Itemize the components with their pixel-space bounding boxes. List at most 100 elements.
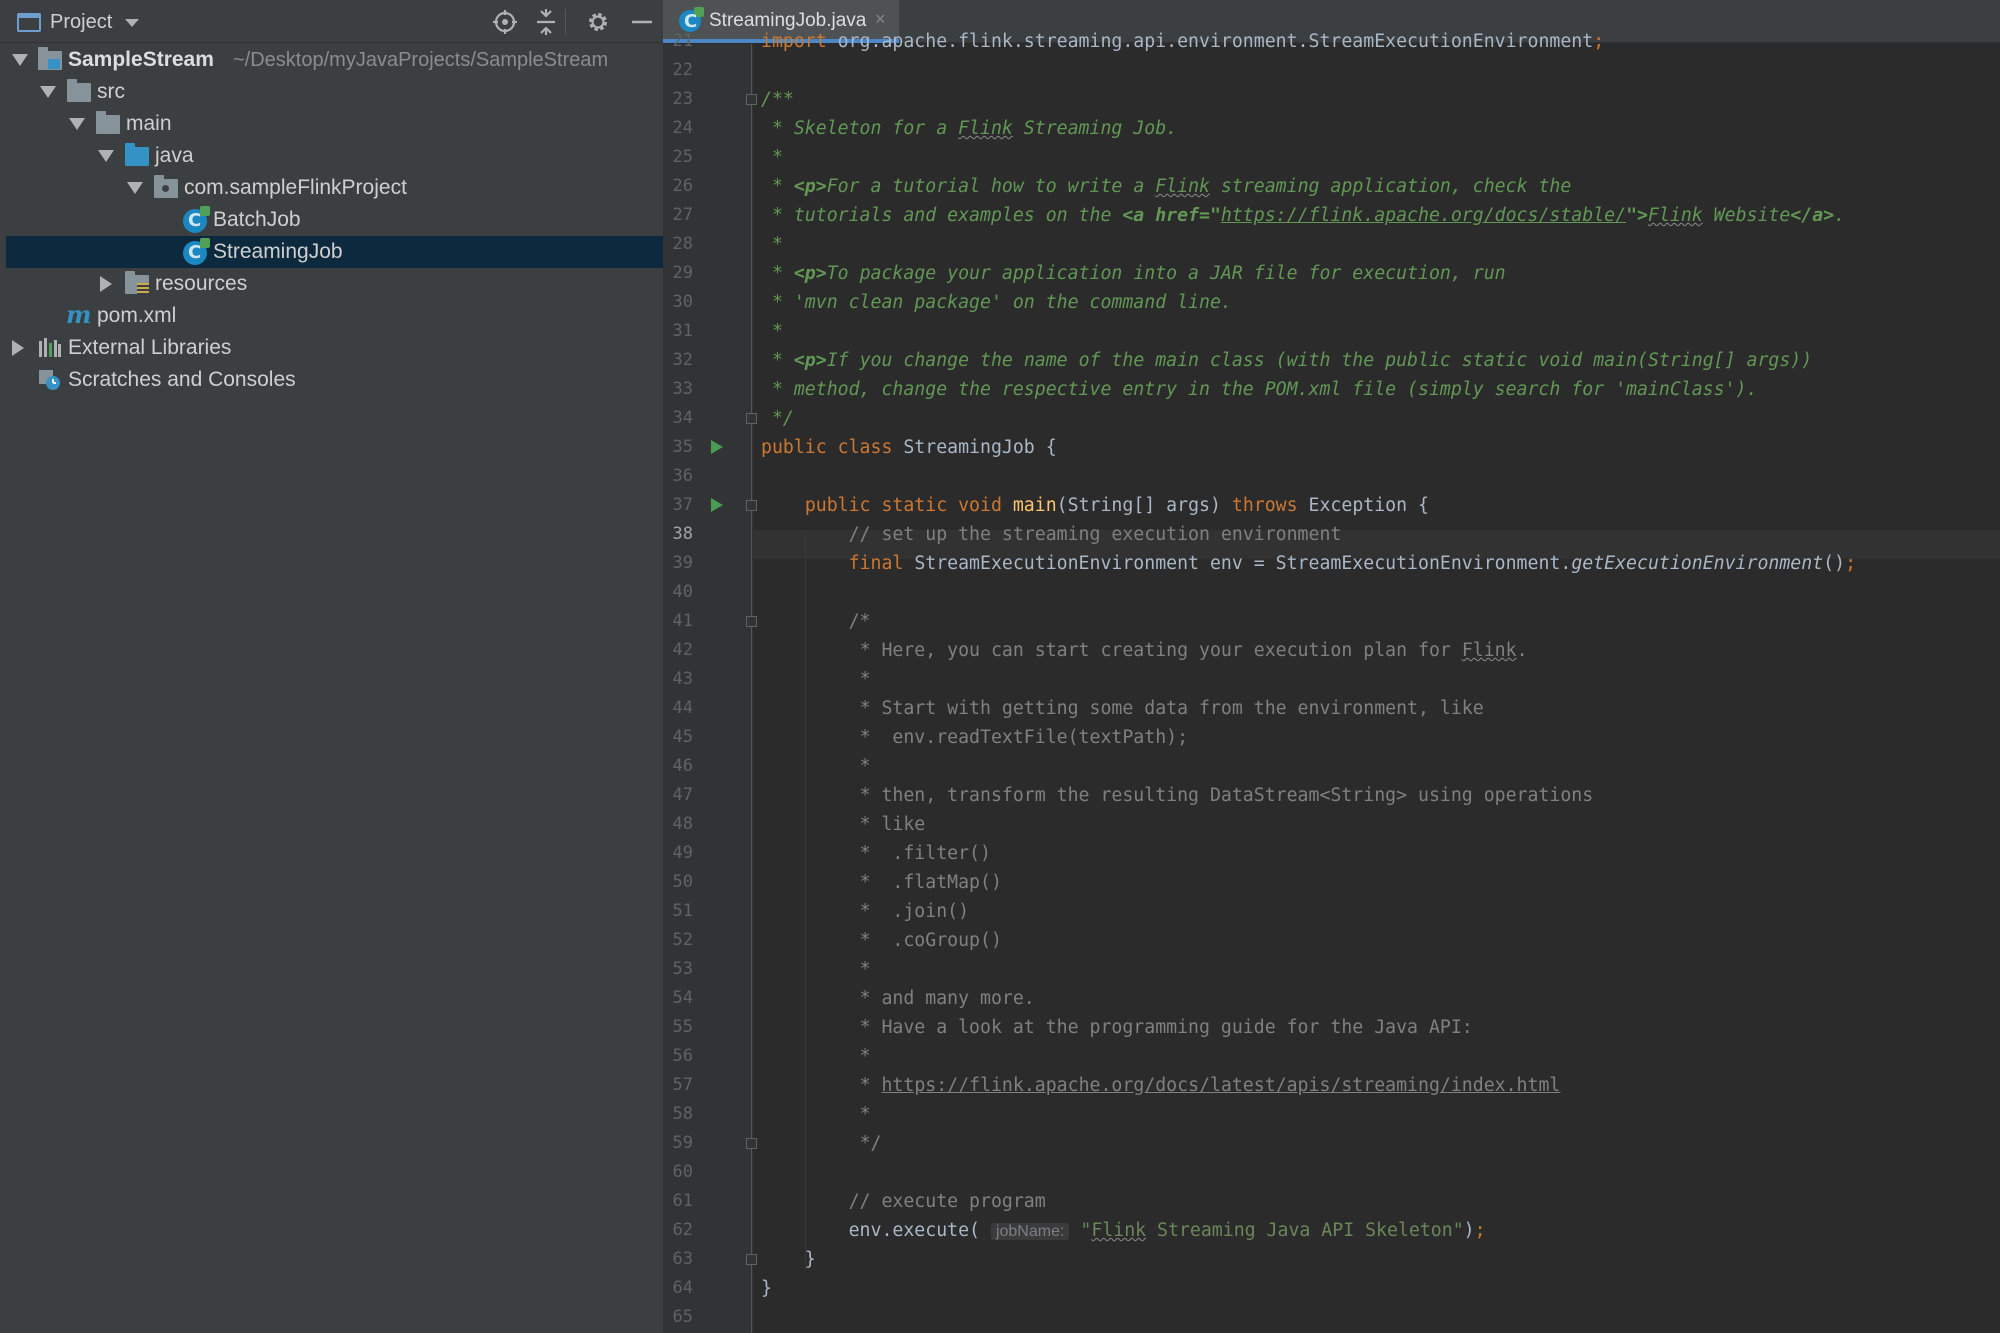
code-line[interactable]: 32 * <p>If you change the name of the ma… [663,346,2000,375]
code-line[interactable]: 63 } [663,1245,2000,1274]
libraries-icon [38,337,62,359]
expand-arrow-icon[interactable] [12,340,24,356]
code-line[interactable]: 64} [663,1274,2000,1303]
minimize-icon[interactable] [628,8,656,36]
code-line[interactable]: 51 * .join() [663,897,2000,926]
code-line[interactable]: 28 * [663,230,2000,259]
tree-item-external-libraries[interactable]: External Libraries [6,332,663,364]
expand-arrow-icon[interactable] [100,276,112,292]
tree-item-pom[interactable]: m pom.xml [6,300,663,332]
code-line[interactable]: 23/** [663,85,2000,114]
code-line[interactable]: 50 * .flatMap() [663,868,2000,897]
code-token: Flink [1462,640,1517,661]
code-line[interactable]: 49 * .filter() [663,839,2000,868]
code-line[interactable]: 39 final StreamExecutionEnvironment env … [663,549,2000,578]
code-text: // execute program [761,1187,1046,1216]
fold-marker-icon[interactable] [746,1138,757,1149]
expand-arrow-icon[interactable] [40,86,56,98]
code-text: /** [761,85,794,114]
code-line[interactable]: 36 [663,462,2000,491]
code-line[interactable]: 33 * method, change the respective entry… [663,375,2000,404]
code-line[interactable]: 46 * [663,752,2000,781]
code-line[interactable]: 22 [663,56,2000,85]
code-token: Exception { [1309,495,1429,516]
code-text: * Have a look at the programming guide f… [761,1013,1473,1042]
code-token [1069,1220,1080,1241]
code-token: </a> [1790,205,1834,226]
code-line[interactable]: 35public class StreamingJob { [663,433,2000,462]
code-line[interactable]: 30 * 'mvn clean package' on the command … [663,288,2000,317]
line-number: 60 [663,1158,693,1187]
fold-marker-icon[interactable] [746,413,757,424]
code-line[interactable]: 21import org.apache.flink.streaming.api.… [663,27,2000,56]
tree-item-java[interactable]: java [6,140,663,172]
code-line[interactable]: 48 * like [663,810,2000,839]
code-line[interactable]: 34 */ [663,404,2000,433]
code-line[interactable]: 62 env.execute( jobName: "Flink Streamin… [663,1216,2000,1245]
chevron-down-icon[interactable] [125,19,139,27]
code-line[interactable]: 61 // execute program [663,1187,2000,1216]
code-line[interactable]: 56 * [663,1042,2000,1071]
run-gutter-icon[interactable] [711,440,723,454]
fold-marker-icon[interactable] [746,500,757,511]
code-line[interactable]: 31 * [663,317,2000,346]
code-line[interactable]: 60 [663,1158,2000,1187]
code-line[interactable]: 27 * tutorials and examples on the <a hr… [663,201,2000,230]
code-line[interactable]: 26 * <p>For a tutorial how to write a Fl… [663,172,2000,201]
scratches-icon [38,369,62,391]
code-line[interactable]: 42 * Here, you can start creating your e… [663,636,2000,665]
expand-arrow-icon[interactable] [12,54,28,66]
tree-item-samplestream[interactable]: SampleStream ~/Desktop/myJavaProjects/Sa… [6,44,663,76]
project-view-selector[interactable]: Project [17,9,139,35]
code-line[interactable]: 54 * and many more. [663,984,2000,1013]
code-line[interactable]: 40 [663,578,2000,607]
line-number: 29 [663,259,693,288]
code-line[interactable]: 24 * Skeleton for a Flink Streaming Job. [663,114,2000,143]
line-number: 64 [663,1274,693,1303]
line-number: 63 [663,1245,693,1274]
collapse-all-icon[interactable] [532,8,560,36]
code-line[interactable]: 45 * env.readTextFile(textPath); [663,723,2000,752]
gear-icon[interactable] [584,8,612,36]
locate-icon[interactable] [491,8,519,36]
code-line[interactable]: 58 * [663,1100,2000,1129]
tree-item-scratches[interactable]: Scratches and Consoles [6,364,663,396]
fold-marker-icon[interactable] [746,94,757,105]
tree-item-streamingjob[interactable]: StreamingJob [6,236,663,268]
tree-item-main[interactable]: main [6,108,663,140]
code-line[interactable]: 59 */ [663,1129,2000,1158]
tree-item-package[interactable]: com.sampleFlinkProject [6,172,663,204]
tree-item-batchjob[interactable]: BatchJob [6,204,663,236]
code-line[interactable]: 37 public static void main(String[] args… [663,491,2000,520]
fold-marker-icon[interactable] [746,1254,757,1265]
code-line[interactable]: 25 * [663,143,2000,172]
expand-arrow-icon[interactable] [127,182,143,194]
code-line[interactable]: 52 * .coGroup() [663,926,2000,955]
tree-item-label: java [155,144,194,168]
tree-item-label: resources [155,272,247,296]
code-line[interactable]: 53 * [663,955,2000,984]
code-line[interactable]: 57 * https://flink.apache.org/docs/lates… [663,1071,2000,1100]
code-line[interactable]: 55 * Have a look at the programming guid… [663,1013,2000,1042]
code-line[interactable]: 47 * then, transform the resulting DataS… [663,781,2000,810]
code-line[interactable]: 38 // set up the streaming execution env… [663,520,2000,549]
code-line[interactable]: 29 * <p>To package your application into… [663,259,2000,288]
code-line[interactable]: 43 * [663,665,2000,694]
code-line[interactable]: 44 * Start with getting some data from t… [663,694,2000,723]
code-line[interactable]: 41 /* [663,607,2000,636]
code-token: . [1517,640,1528,661]
fold-marker-icon[interactable] [746,616,757,627]
line-number: 27 [663,201,693,230]
resources-folder-icon [125,273,149,295]
line-number: 44 [663,694,693,723]
tree-item-src[interactable]: src [6,76,663,108]
project-tool-window: Project [0,0,663,1333]
code-token: * .filter() [860,843,991,864]
code-line[interactable]: 65 [663,1303,2000,1332]
expand-arrow-icon[interactable] [98,150,114,162]
tree-item-resources[interactable]: resources [6,268,663,300]
line-number: 48 [663,810,693,839]
code-token: import [761,31,838,52]
expand-arrow-icon[interactable] [69,118,85,130]
run-gutter-icon[interactable] [711,498,723,512]
